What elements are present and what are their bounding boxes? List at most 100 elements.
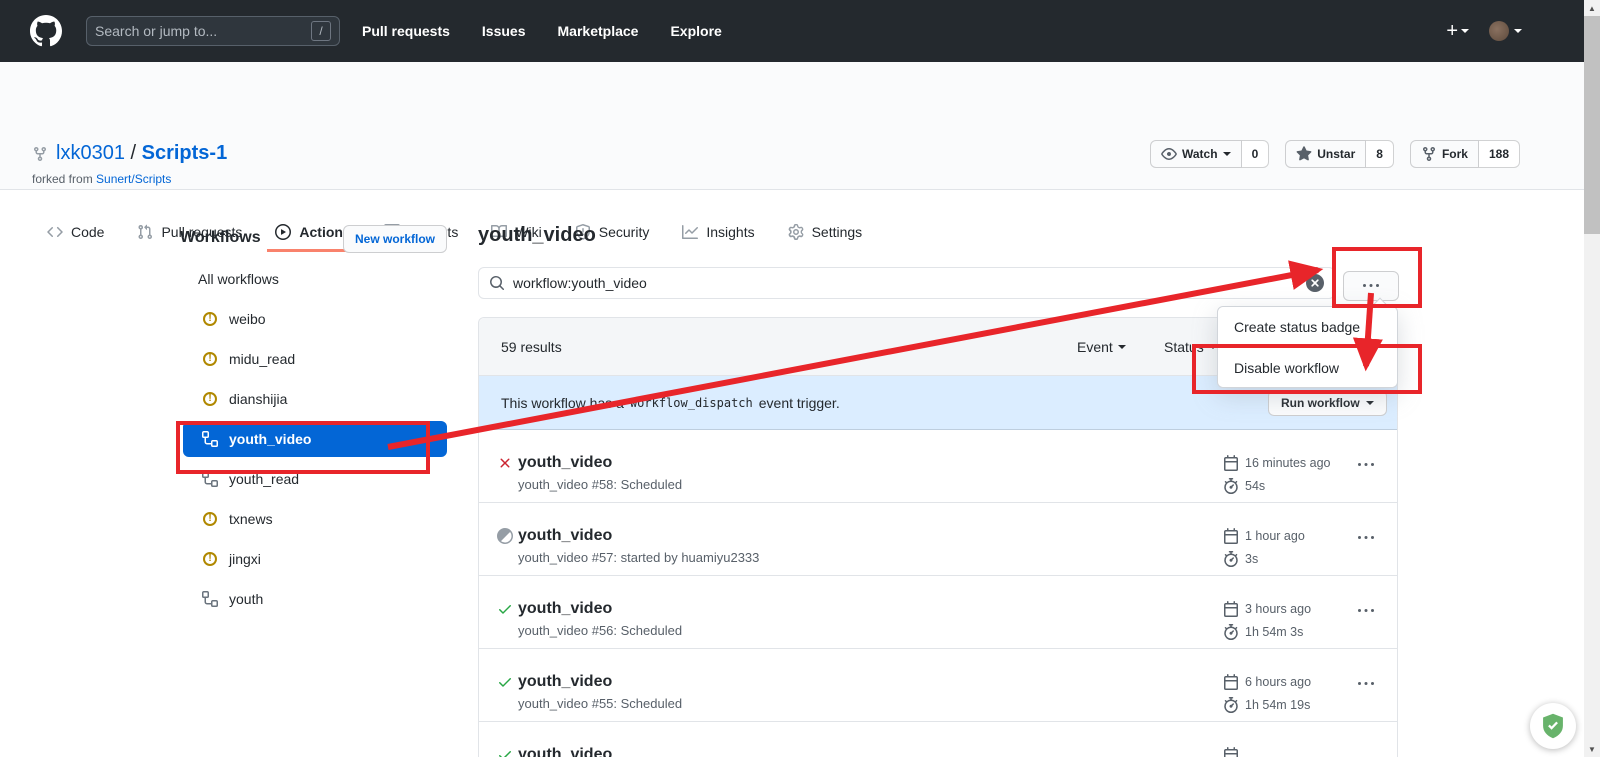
workflow-item-youth[interactable]: youth <box>176 579 447 619</box>
chevron-down-icon <box>1118 345 1126 349</box>
run-title-link[interactable]: youth_video <box>518 454 612 472</box>
star-group: Unstar 8 <box>1285 140 1394 168</box>
workflow-options-button[interactable] <box>1343 271 1399 301</box>
code-icon <box>47 224 63 240</box>
chevron-down-icon <box>1366 401 1374 405</box>
adguard-badge[interactable] <box>1530 703 1576 749</box>
github-logo-icon[interactable] <box>30 15 62 47</box>
star-count[interactable]: 8 <box>1366 140 1394 168</box>
header-nav: Pull requests Issues Marketplace Explore <box>362 23 722 39</box>
run-duration: 1h 54m 19s <box>1223 697 1310 713</box>
watch-count[interactable]: 0 <box>1242 140 1270 168</box>
chevron-down-icon <box>1223 152 1231 156</box>
nav-explore[interactable]: Explore <box>670 23 721 39</box>
scroll-up-arrow[interactable]: ▲ <box>1584 0 1600 16</box>
user-menu-button[interactable] <box>1489 21 1522 41</box>
run-description: youth_video #56: Scheduled <box>518 623 682 638</box>
run-row: youth_video youth_video #58: Scheduled 1… <box>479 430 1397 503</box>
scrollbar-thumb[interactable] <box>1584 16 1600 234</box>
code-span: workflow_dispatch <box>630 396 753 410</box>
scroll-down-arrow[interactable]: ▼ <box>1584 741 1600 757</box>
workflow-item-all[interactable]: All workflows <box>176 259 447 299</box>
run-workflow-button[interactable]: Run workflow <box>1268 390 1387 416</box>
workflow-item-txnews[interactable]: !txnews <box>176 499 447 539</box>
scrollbar[interactable]: ▲ ▼ <box>1584 0 1600 757</box>
page-title: youth_video <box>478 224 596 247</box>
warning-icon: ! <box>202 391 218 407</box>
run-duration: 54s <box>1223 478 1265 494</box>
calendar-icon <box>1223 747 1239 757</box>
repo-forked-icon <box>32 146 48 162</box>
run-title-link[interactable]: youth_video <box>518 527 612 545</box>
workflow-item-jingxi[interactable]: !jingxi <box>176 539 447 579</box>
workflow-item-weibo[interactable]: !weibo <box>176 299 447 339</box>
results-count: 59 results <box>501 339 562 355</box>
workflow-item-midu-read[interactable]: !midu_read <box>176 339 447 379</box>
nav-pull-requests[interactable]: Pull requests <box>362 23 450 39</box>
run-description: youth_video #58: Scheduled <box>518 477 682 492</box>
star-icon <box>1296 146 1312 162</box>
workflows-heading: Workflows <box>180 229 261 247</box>
global-search-input[interactable] <box>95 23 311 39</box>
menu-item-disable-workflow[interactable]: Disable workflow <box>1218 347 1397 387</box>
warning-icon: ! <box>202 551 218 567</box>
run-time: 16 minutes ago <box>1223 455 1330 471</box>
workflow-item-youth-video[interactable]: youth_video <box>183 421 447 457</box>
new-workflow-button[interactable]: New workflow <box>343 225 447 253</box>
eye-icon <box>1161 146 1177 162</box>
calendar-icon <box>1223 674 1239 690</box>
fork-count[interactable]: 188 <box>1479 140 1520 168</box>
global-search: / <box>86 16 340 46</box>
run-title-link[interactable]: youth_video <box>518 673 612 691</box>
menu-item-create-status-badge[interactable]: Create status badge <box>1218 307 1397 347</box>
run-title-link[interactable]: youth_video <box>518 746 612 757</box>
slash-key-hint: / <box>311 21 331 41</box>
clear-filter-icon[interactable] <box>1306 274 1324 292</box>
create-new-button[interactable]: + <box>1446 20 1469 43</box>
workflow-item-youth-read[interactable]: youth_read <box>176 459 447 499</box>
tab-code[interactable]: Code <box>39 212 112 252</box>
run-time: 1 hour ago <box>1223 528 1305 544</box>
run-options-button[interactable] <box>1358 676 1374 697</box>
watch-button[interactable]: Watch <box>1150 140 1242 168</box>
tab-insights[interactable]: Insights <box>674 212 762 252</box>
run-options-button[interactable] <box>1358 603 1374 624</box>
run-row: youth_video youth_video #56: Scheduled 3… <box>479 576 1397 649</box>
watch-group: Watch 0 <box>1150 140 1269 168</box>
workflow-icon <box>202 591 218 607</box>
repo-owner-link[interactable]: lxk0301 <box>56 142 125 164</box>
event-filter-dropdown[interactable]: Event <box>1077 318 1126 376</box>
repo-forked-icon <box>1421 146 1437 162</box>
repo-name-link[interactable]: Scripts-1 <box>142 142 228 164</box>
chevron-down-icon <box>1209 345 1217 349</box>
run-row: youth_video youth_video #55: Scheduled 6… <box>479 649 1397 722</box>
run-description: youth_video #55: Scheduled <box>518 696 682 711</box>
run-filter-input[interactable] <box>513 275 1298 291</box>
status-filter-dropdown[interactable]: Status <box>1164 318 1217 376</box>
run-title-link[interactable]: youth_video <box>518 600 612 618</box>
warning-icon: ! <box>202 351 218 367</box>
repo-tabs: Code Pull requests Actions Projects Wiki… <box>39 212 887 252</box>
play-circle-icon <box>275 224 291 240</box>
nav-marketplace[interactable]: Marketplace <box>558 23 639 39</box>
run-filter-box <box>478 267 1335 299</box>
run-options-button[interactable] <box>1358 457 1374 478</box>
run-time: 6 hours ago <box>1223 674 1311 690</box>
workflow-item-dianshijia[interactable]: !dianshijia <box>176 379 447 419</box>
avatar <box>1489 21 1509 41</box>
fork-button[interactable]: Fork <box>1410 140 1479 168</box>
nav-issues[interactable]: Issues <box>482 23 526 39</box>
run-description: youth_video #57: started by huamiyu2333 <box>518 550 759 565</box>
search-icon <box>489 275 505 291</box>
forked-from-link[interactable]: Sunert/Scripts <box>96 172 171 186</box>
run-options-button[interactable] <box>1358 530 1374 551</box>
skipped-icon <box>497 528 513 544</box>
calendar-icon <box>1223 528 1239 544</box>
shield-check-icon <box>1539 712 1567 740</box>
unstar-button[interactable]: Unstar <box>1285 140 1366 168</box>
tab-settings[interactable]: Settings <box>780 212 871 252</box>
github-actions-page: / Pull requests Issues Marketplace Explo… <box>0 0 1600 757</box>
gear-icon <box>788 224 804 240</box>
repo-title: lxk0301 / Scripts-1 <box>32 142 227 165</box>
plus-icon: + <box>1446 20 1458 43</box>
